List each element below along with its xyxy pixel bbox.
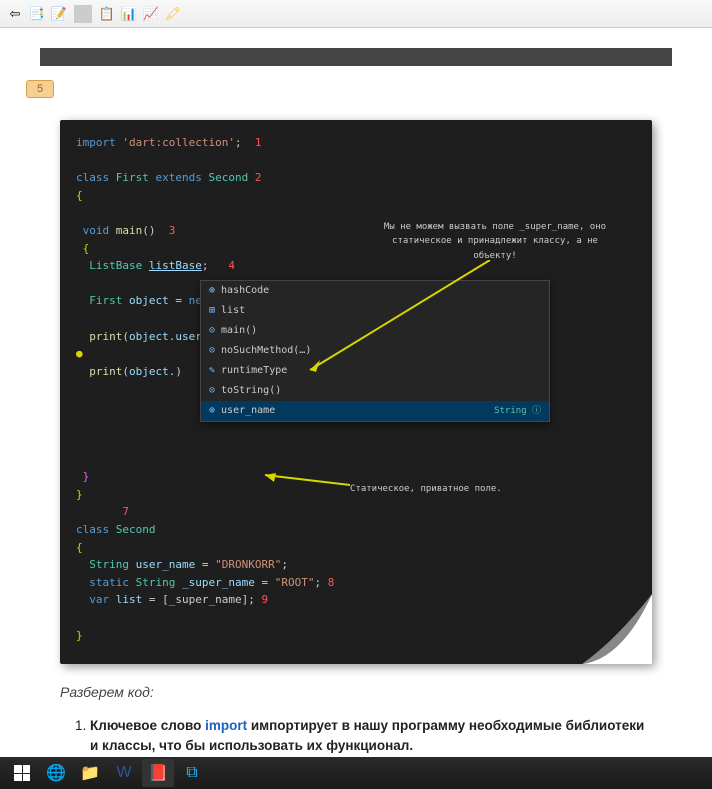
nav-fwd-icon[interactable]: 📑 — [28, 5, 46, 23]
popup-item[interactable]: ⊙toString() — [201, 381, 549, 401]
code-screenshot: import 'dart:collection'; 1 class First … — [60, 120, 652, 664]
annotation-tooltip-2: Статическое, приватное поле. — [350, 482, 510, 496]
page-curl-icon — [582, 594, 652, 664]
document-viewport: 5 import 'dart:collection'; 1 class Firs… — [0, 28, 712, 757]
caption-text: Разберем код: — [60, 684, 652, 700]
pdf-icon[interactable]: 📕 — [142, 759, 174, 787]
browser-icon[interactable]: 🌐 — [40, 759, 72, 787]
page-header-bar — [40, 48, 672, 66]
nav-back-icon[interactable]: ⇦ — [6, 5, 24, 23]
intellisense-popup[interactable]: ⊕hashCode ⊞list ⊙main() ⊙noSuchMethod(…)… — [200, 280, 550, 422]
word-icon[interactable]: W — [108, 759, 140, 787]
start-button[interactable] — [6, 759, 38, 787]
page-badge: 5 — [26, 80, 54, 98]
popup-item[interactable]: ⊙main() — [201, 321, 549, 341]
list-item: Ключевое слово import импортирует в нашу… — [90, 716, 652, 757]
stamp2-icon[interactable]: 📊 — [120, 5, 138, 23]
popup-item-selected[interactable]: ⊕user_nameString ⓘ — [201, 401, 549, 421]
highlight-icon[interactable]: 🖍 — [164, 5, 182, 23]
explanation-list: Ключевое слово import импортирует в нашу… — [90, 716, 652, 757]
popup-item[interactable]: ⊞list — [201, 301, 549, 321]
popup-item[interactable]: ✎runtimeType — [201, 361, 549, 381]
annotation-tooltip-1: Мы не можем вызвать поле _super_name, он… — [380, 220, 610, 263]
popup-item[interactable]: ⊕hashCode — [201, 281, 549, 301]
note-icon[interactable]: 📝 — [50, 5, 68, 23]
pdf-toolbar: ⇦ 📑 📝 📋 📊 📈 🖍 — [0, 0, 712, 28]
popup-item[interactable]: ⊙noSuchMethod(…) — [201, 341, 549, 361]
explorer-icon[interactable]: 📁 — [74, 759, 106, 787]
windows-taskbar[interactable]: 🌐 📁 W 📕 ⧉ — [0, 757, 712, 789]
document-page: 5 import 'dart:collection'; 1 class Firs… — [40, 70, 672, 757]
toolbar-divider — [74, 5, 92, 23]
stamp1-icon[interactable]: 📋 — [98, 5, 116, 23]
stamp3-icon[interactable]: 📈 — [142, 5, 160, 23]
vscode-icon[interactable]: ⧉ — [176, 759, 208, 787]
